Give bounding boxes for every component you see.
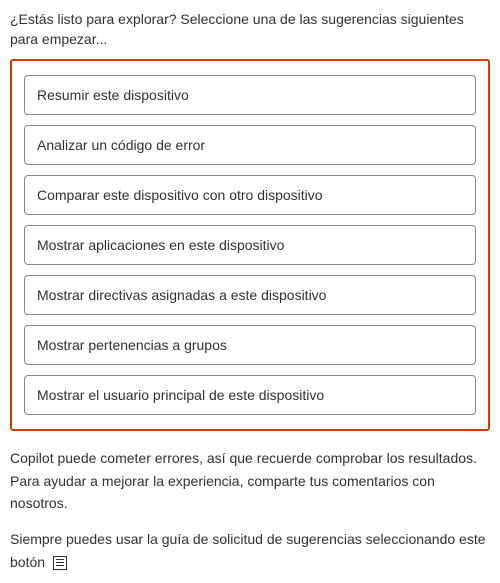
suggestion-show-primary-user[interactable]: Mostrar el usuario principal de este dis… [24,375,476,415]
intro-text: ¿Estás listo para explorar? Seleccione u… [10,10,490,49]
suggestion-show-policies[interactable]: Mostrar directivas asignadas a este disp… [24,275,476,315]
suggestion-compare-device[interactable]: Comparar este dispositivo con otro dispo… [24,175,476,215]
suggestion-show-apps[interactable]: Mostrar aplicaciones en este dispositivo [24,225,476,265]
suggestion-show-groups[interactable]: Mostrar pertenencias a grupos [24,325,476,365]
prompt-guide-icon[interactable] [53,556,67,570]
guide-text-label: Siempre puedes usar la guía de solicitud… [10,531,486,569]
guide-text: Siempre puedes usar la guía de solicitud… [10,528,490,573]
suggestion-analyze-error[interactable]: Analizar un código de error [24,125,476,165]
suggestion-summarize-device[interactable]: Resumir este dispositivo [24,75,476,115]
disclaimer-text: Copilot puede cometer errores, así que r… [10,447,490,514]
suggestions-container: Resumir este dispositivo Analizar un cód… [10,59,490,431]
